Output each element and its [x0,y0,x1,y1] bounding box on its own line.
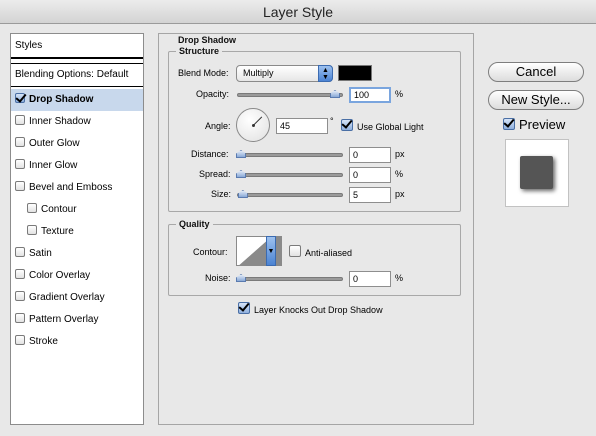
opacity-unit: % [395,89,404,99]
angle-field[interactable]: 45 [276,118,328,134]
contour-dropdown-arrow[interactable]: ▼ [266,236,276,266]
opacity-label: Opacity: [196,89,230,99]
anti-aliased-box[interactable] [289,245,301,257]
style-item-contour[interactable]: Contour [11,199,143,221]
distance-unit: px [395,149,405,159]
style-item-inner-shadow[interactable]: Inner Shadow [11,111,143,133]
style-item-outer-glow[interactable]: Outer Glow [11,133,143,155]
noise-label: Noise: [205,273,231,283]
angle-dial[interactable] [236,108,270,142]
style-item-checkbox[interactable] [15,247,25,257]
preview-checkbox[interactable]: Preview [503,117,565,132]
style-item-satin[interactable]: Satin [11,243,143,265]
style-item-label: Inner Glow [29,160,78,171]
style-item-bevel-and-emboss[interactable]: Bevel and Emboss [11,177,143,199]
style-item-label: Gradient Overlay [29,292,105,303]
window-title: Layer Style [0,0,596,24]
style-item-label: Pattern Overlay [29,314,99,325]
style-item-label: Drop Shadow [29,94,94,105]
styles-header[interactable]: Styles [11,35,143,59]
use-global-light-label: Use Global Light [357,122,424,132]
angle-label: Angle: [205,121,231,131]
shadow-color-swatch[interactable] [338,65,372,81]
distance-label: Distance: [191,149,229,159]
preview-label: Preview [519,117,566,132]
blending-options-item[interactable]: Blending Options: Default [11,63,143,87]
drop-shadow-title: Drop Shadow [178,35,236,45]
spread-label: Spread: [199,169,231,179]
size-slider[interactable] [237,190,343,198]
anti-aliased-checkbox[interactable]: Anti-aliased [289,245,352,258]
noise-unit: % [395,273,404,283]
noise-field[interactable]: 0 [349,271,391,287]
quality-group [168,224,461,296]
style-item-checkbox[interactable] [15,115,25,125]
knockout-box[interactable] [238,302,250,314]
style-item-label: Outer Glow [29,138,80,149]
style-item-checkbox[interactable] [15,159,25,169]
use-global-light-box[interactable] [341,119,353,131]
style-item-drop-shadow[interactable]: Drop Shadow [11,89,143,111]
distance-field[interactable]: 0 [349,147,391,163]
style-item-checkbox[interactable] [27,203,37,213]
style-item-checkbox[interactable] [15,269,25,279]
style-item-gradient-overlay[interactable]: Gradient Overlay [11,287,143,309]
blend-mode-label: Blend Mode: [178,68,229,78]
styles-list: Styles Blending Options: Default Drop Sh… [10,33,144,425]
preview-thumbnail [505,139,569,207]
structure-title: Structure [176,46,223,56]
knockout-label: Layer Knocks Out Drop Shadow [254,305,383,315]
blend-mode-value: Multiply [243,68,274,78]
angle-dial-center [252,124,255,127]
size-field[interactable]: 5 [349,187,391,203]
angle-unit: ° [330,116,334,126]
style-item-checkbox[interactable] [27,225,37,235]
style-item-label: Texture [41,226,74,237]
preview-box[interactable] [503,118,515,130]
new-style-button[interactable]: New Style... [488,90,584,110]
style-item-label: Satin [29,248,52,259]
style-item-checkbox[interactable] [15,93,25,103]
style-item-checkbox[interactable] [15,137,25,147]
spread-unit: % [395,169,404,179]
chevron-updown-icon: ▲ ▼ [318,65,333,82]
preview-shape [520,156,553,189]
cancel-button[interactable]: Cancel [488,62,584,82]
spread-field[interactable]: 0 [349,167,391,183]
style-item-checkbox[interactable] [15,291,25,301]
opacity-field[interactable]: 100 [349,87,391,103]
style-item-label: Color Overlay [29,270,91,281]
style-item-label: Stroke [29,336,58,347]
opacity-slider[interactable] [237,90,343,98]
style-item-stroke[interactable]: Stroke [11,331,143,353]
size-unit: px [395,189,405,199]
style-item-label: Inner Shadow [29,116,91,127]
contour-label: Contour: [193,247,228,257]
style-item-checkbox[interactable] [15,181,25,191]
style-item-pattern-overlay[interactable]: Pattern Overlay [11,309,143,331]
style-item-inner-glow[interactable]: Inner Glow [11,155,143,177]
knockout-checkbox[interactable]: Layer Knocks Out Drop Shadow [238,302,383,315]
blend-mode-select[interactable]: Multiply ▲ ▼ [236,65,333,82]
quality-title: Quality [176,219,213,229]
size-label: Size: [211,189,232,199]
style-item-color-overlay[interactable]: Color Overlay [11,265,143,287]
anti-aliased-label: Anti-aliased [305,248,353,258]
use-global-light-checkbox[interactable]: Use Global Light [341,119,424,132]
style-item-checkbox[interactable] [15,335,25,345]
style-item-texture[interactable]: Texture [11,221,143,243]
noise-slider[interactable] [236,274,343,282]
distance-slider[interactable] [236,150,343,158]
style-item-checkbox[interactable] [15,313,25,323]
style-item-label: Bevel and Emboss [29,182,113,193]
spread-slider[interactable] [236,170,343,178]
style-item-label: Contour [41,204,77,215]
